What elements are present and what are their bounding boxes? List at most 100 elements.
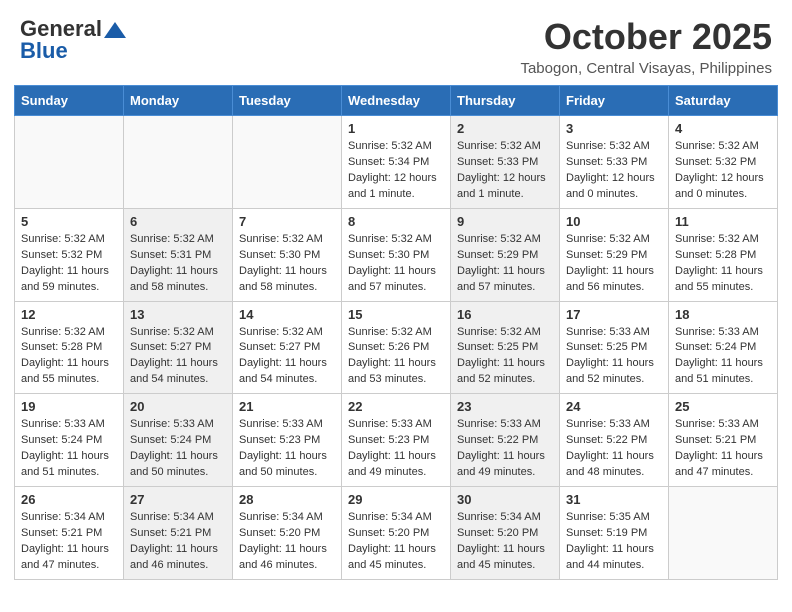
day-number: 26: [21, 492, 117, 507]
title-area: October 2025 Tabogon, Central Visayas, P…: [520, 16, 772, 77]
calendar-cell: 6 Sunrise: 5:32 AM Sunset: 5:31 PM Daylig…: [124, 208, 233, 301]
calendar-cell: 20Sunrise: 5:33 AM Sunset: 5:24 PM Dayli…: [124, 394, 233, 487]
calendar-cell: 1Sunrise: 5:32 AM Sunset: 5:34 PM Daylig…: [342, 116, 451, 209]
calendar-cell: [669, 487, 778, 580]
day-number: 9: [457, 214, 553, 229]
day-info: Sunrise: 5:32 AM Sunset: 5:32 PM Dayligh…: [675, 139, 771, 203]
day-info: Sunrise: 5:33 AM Sunset: 5:21 PM Dayligh…: [675, 417, 771, 481]
day-info: Sunrise: 5:33 AM Sunset: 5:24 PM Dayligh…: [21, 417, 117, 481]
day-number: 17: [566, 307, 662, 322]
day-info: Sunrise: 5:32 AM Sunset: 5:31 PM Dayligh…: [130, 232, 226, 296]
day-number: 24: [566, 399, 662, 414]
day-info: Sunrise: 5:34 AM Sunset: 5:20 PM Dayligh…: [348, 510, 444, 574]
day-number: 3: [566, 121, 662, 136]
day-number: 11: [675, 214, 771, 229]
calendar-cell: 10 Sunrise: 5:32 AM Sunset: 5:29 PM Dayli…: [560, 208, 669, 301]
weekday-header-monday: Monday: [124, 86, 233, 116]
day-info: Sunrise: 5:32 AM Sunset: 5:28 PM Dayligh…: [675, 232, 771, 296]
calendar-cell: 15 Sunrise: 5:32 AM Sunset: 5:26 PM Dayli…: [342, 301, 451, 394]
calendar-cell: 19 Sunrise: 5:33 AM Sunset: 5:24 PM Dayli…: [15, 394, 124, 487]
week-row-1: 1Sunrise: 5:32 AM Sunset: 5:34 PM Daylig…: [15, 116, 778, 209]
day-info: Sunrise: 5:32 AM Sunset: 5:33 PM Dayligh…: [457, 139, 553, 203]
day-info: Sunrise: 5:32 AM Sunset: 5:27 PM Dayligh…: [239, 325, 335, 389]
calendar-cell: 27Sunrise: 5:34 AM Sunset: 5:21 PM Dayli…: [124, 487, 233, 580]
calendar-body: 1Sunrise: 5:32 AM Sunset: 5:34 PM Daylig…: [15, 116, 778, 580]
week-row-4: 19 Sunrise: 5:33 AM Sunset: 5:24 PM Dayli…: [15, 394, 778, 487]
day-info: Sunrise: 5:32 AM Sunset: 5:29 PM Dayligh…: [566, 232, 662, 296]
calendar-cell: 5 Sunrise: 5:32 AM Sunset: 5:32 PM Daylig…: [15, 208, 124, 301]
day-number: 27: [130, 492, 226, 507]
day-info: Sunrise: 5:35 AM Sunset: 5:19 PM Dayligh…: [566, 510, 662, 574]
day-info: Sunrise: 5:33 AM Sunset: 5:24 PM Dayligh…: [675, 325, 771, 389]
calendar-cell: 30Sunrise: 5:34 AM Sunset: 5:20 PM Dayli…: [451, 487, 560, 580]
calendar-cell: 2Sunrise: 5:32 AM Sunset: 5:33 PM Daylig…: [451, 116, 560, 209]
calendar-cell: [15, 116, 124, 209]
day-number: 1: [348, 121, 444, 136]
day-info: Sunrise: 5:32 AM Sunset: 5:32 PM Dayligh…: [21, 232, 117, 296]
header: General Blue October 2025 Tabogon, Centr…: [0, 0, 792, 85]
day-number: 15: [348, 307, 444, 322]
month-title: October 2025: [520, 16, 772, 58]
calendar-cell: 16 Sunrise: 5:32 AM Sunset: 5:25 PM Dayli…: [451, 301, 560, 394]
day-info: Sunrise: 5:34 AM Sunset: 5:20 PM Dayligh…: [457, 510, 553, 574]
calendar-cell: 9 Sunrise: 5:32 AM Sunset: 5:29 PM Daylig…: [451, 208, 560, 301]
calendar-cell: 11 Sunrise: 5:32 AM Sunset: 5:28 PM Dayli…: [669, 208, 778, 301]
calendar-cell: 21Sunrise: 5:33 AM Sunset: 5:23 PM Dayli…: [233, 394, 342, 487]
calendar-cell: 25 Sunrise: 5:33 AM Sunset: 5:21 PM Dayli…: [669, 394, 778, 487]
day-number: 4: [675, 121, 771, 136]
week-row-2: 5 Sunrise: 5:32 AM Sunset: 5:32 PM Daylig…: [15, 208, 778, 301]
calendar-table: SundayMondayTuesdayWednesdayThursdayFrid…: [14, 85, 778, 580]
day-info: Sunrise: 5:32 AM Sunset: 5:25 PM Dayligh…: [457, 325, 553, 389]
day-info: Sunrise: 5:32 AM Sunset: 5:30 PM Dayligh…: [348, 232, 444, 296]
day-number: 28: [239, 492, 335, 507]
day-info: Sunrise: 5:32 AM Sunset: 5:29 PM Dayligh…: [457, 232, 553, 296]
day-number: 7: [239, 214, 335, 229]
calendar-cell: [124, 116, 233, 209]
calendar-cell: 4 Sunrise: 5:32 AM Sunset: 5:32 PM Daylig…: [669, 116, 778, 209]
weekday-header-saturday: Saturday: [669, 86, 778, 116]
day-number: 13: [130, 307, 226, 322]
calendar-cell: 7 Sunrise: 5:32 AM Sunset: 5:30 PM Daylig…: [233, 208, 342, 301]
location: Tabogon, Central Visayas, Philippines: [520, 60, 772, 77]
week-row-3: 12Sunrise: 5:32 AM Sunset: 5:28 PM Dayli…: [15, 301, 778, 394]
day-number: 8: [348, 214, 444, 229]
day-number: 6: [130, 214, 226, 229]
day-number: 10: [566, 214, 662, 229]
day-info: Sunrise: 5:34 AM Sunset: 5:20 PM Dayligh…: [239, 510, 335, 574]
calendar-cell: 28 Sunrise: 5:34 AM Sunset: 5:20 PM Dayli…: [233, 487, 342, 580]
calendar-cell: 18 Sunrise: 5:33 AM Sunset: 5:24 PM Dayli…: [669, 301, 778, 394]
day-number: 21: [239, 399, 335, 414]
day-info: Sunrise: 5:32 AM Sunset: 5:26 PM Dayligh…: [348, 325, 444, 389]
logo: General Blue: [20, 16, 126, 64]
day-number: 25: [675, 399, 771, 414]
day-info: Sunrise: 5:32 AM Sunset: 5:33 PM Dayligh…: [566, 139, 662, 203]
day-number: 18: [675, 307, 771, 322]
day-info: Sunrise: 5:33 AM Sunset: 5:23 PM Dayligh…: [348, 417, 444, 481]
day-info: Sunrise: 5:32 AM Sunset: 5:27 PM Dayligh…: [130, 325, 226, 389]
day-number: 19: [21, 399, 117, 414]
calendar-cell: [233, 116, 342, 209]
day-number: 22: [348, 399, 444, 414]
weekday-header-tuesday: Tuesday: [233, 86, 342, 116]
calendar-cell: 8 Sunrise: 5:32 AM Sunset: 5:30 PM Daylig…: [342, 208, 451, 301]
day-number: 16: [457, 307, 553, 322]
weekday-header-row: SundayMondayTuesdayWednesdayThursdayFrid…: [15, 86, 778, 116]
calendar-cell: 12Sunrise: 5:32 AM Sunset: 5:28 PM Dayli…: [15, 301, 124, 394]
day-info: Sunrise: 5:33 AM Sunset: 5:22 PM Dayligh…: [457, 417, 553, 481]
weekday-header-sunday: Sunday: [15, 86, 124, 116]
day-number: 23: [457, 399, 553, 414]
calendar-cell: 14Sunrise: 5:32 AM Sunset: 5:27 PM Dayli…: [233, 301, 342, 394]
day-number: 5: [21, 214, 117, 229]
calendar-cell: 17Sunrise: 5:33 AM Sunset: 5:25 PM Dayli…: [560, 301, 669, 394]
day-info: Sunrise: 5:32 AM Sunset: 5:30 PM Dayligh…: [239, 232, 335, 296]
day-info: Sunrise: 5:33 AM Sunset: 5:24 PM Dayligh…: [130, 417, 226, 481]
calendar-cell: 24Sunrise: 5:33 AM Sunset: 5:22 PM Dayli…: [560, 394, 669, 487]
weekday-header-wednesday: Wednesday: [342, 86, 451, 116]
week-row-5: 26 Sunrise: 5:34 AM Sunset: 5:21 PM Dayli…: [15, 487, 778, 580]
day-number: 31: [566, 492, 662, 507]
day-info: Sunrise: 5:32 AM Sunset: 5:28 PM Dayligh…: [21, 325, 117, 389]
calendar-wrapper: SundayMondayTuesdayWednesdayThursdayFrid…: [0, 85, 792, 594]
calendar-cell: 13 Sunrise: 5:32 AM Sunset: 5:27 PM Dayli…: [124, 301, 233, 394]
calendar-cell: 26 Sunrise: 5:34 AM Sunset: 5:21 PM Dayli…: [15, 487, 124, 580]
day-info: Sunrise: 5:34 AM Sunset: 5:21 PM Dayligh…: [21, 510, 117, 574]
